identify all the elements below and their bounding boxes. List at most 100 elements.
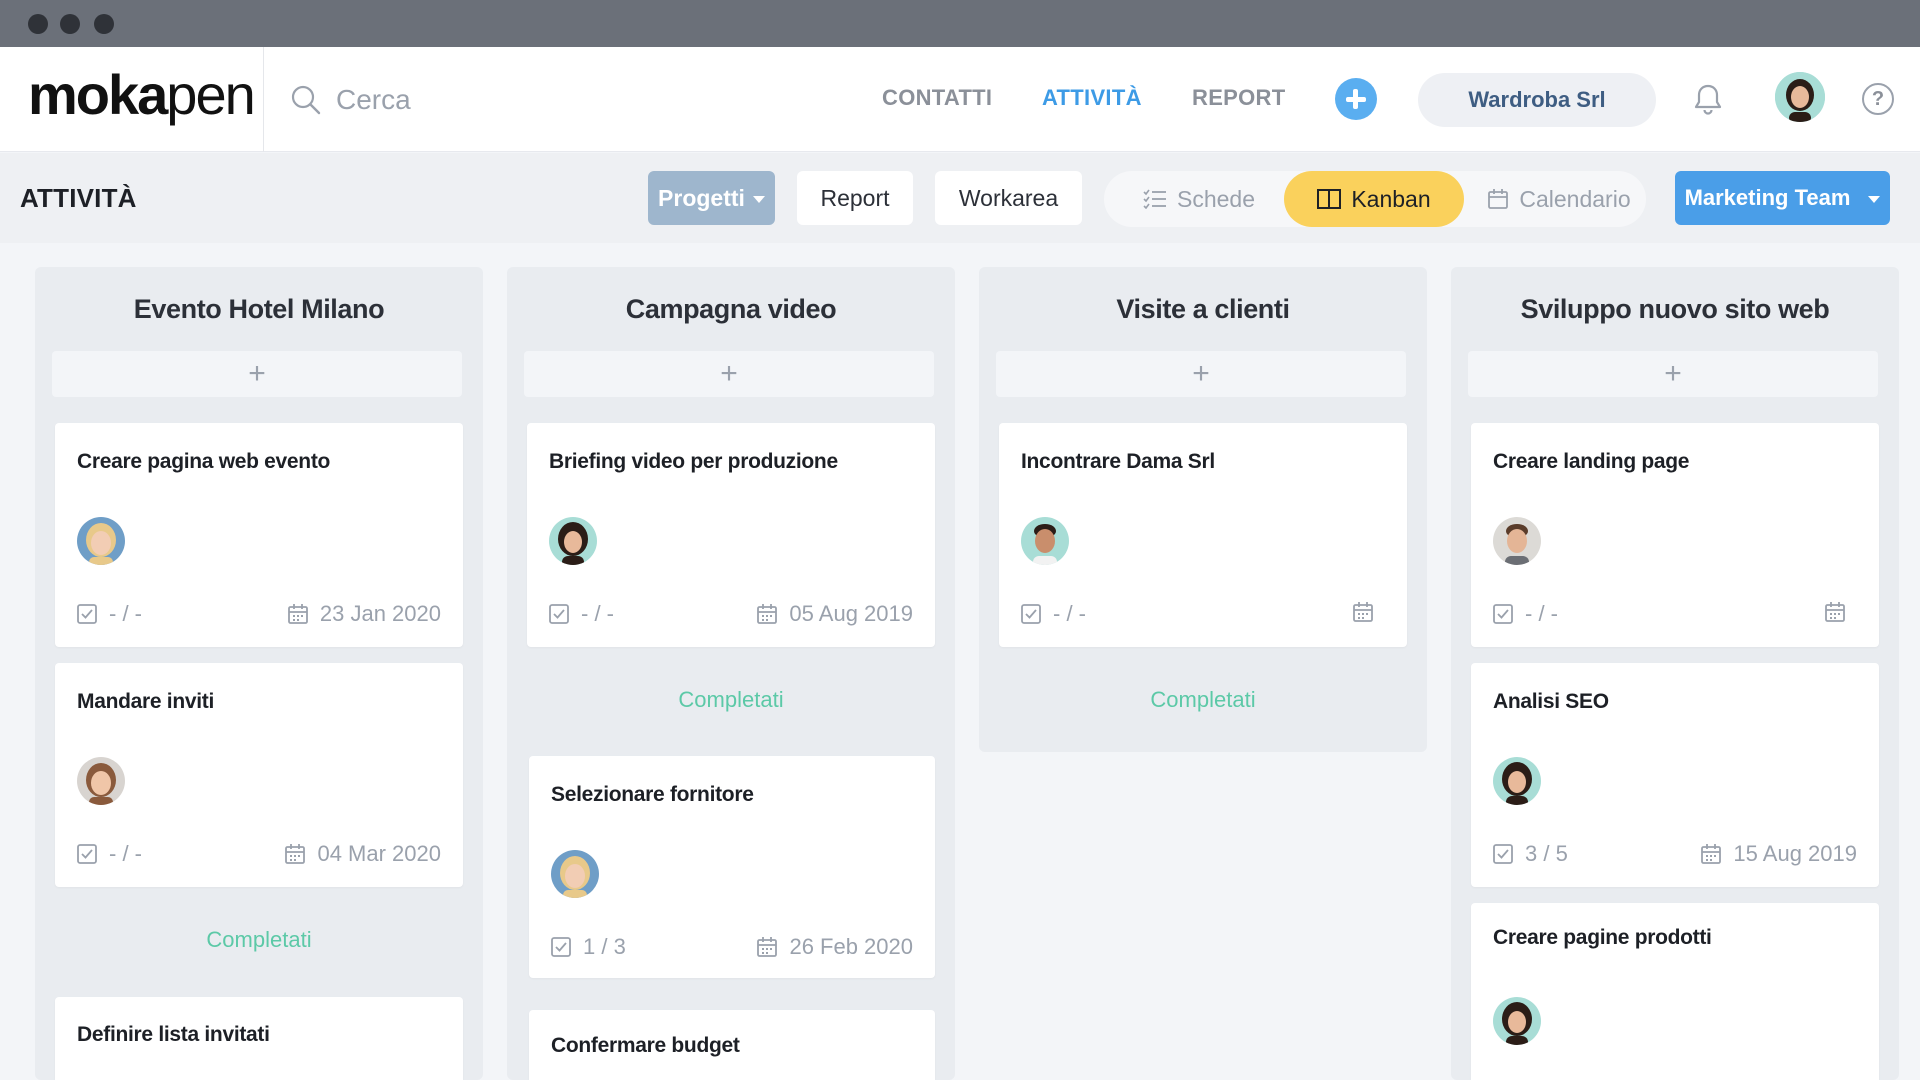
logo-light: pen [166,63,255,126]
checklist-progress: - / - [77,601,142,627]
checklist-count: 1 / 3 [583,934,626,959]
due-date-text: 05 Aug 2019 [789,601,913,626]
due-date [1825,601,1857,623]
checkbox-icon [1493,604,1513,624]
completed-link[interactable]: Completati [35,927,483,953]
assignee-avatar[interactable] [1493,517,1541,565]
completed-link[interactable]: Completati [507,687,955,713]
due-date-text: 15 Aug 2019 [1733,841,1857,866]
view-calendar-label: Calendario [1519,185,1631,212]
checklist-count: - / - [1525,601,1558,626]
view-cards-button[interactable]: Schede [1124,171,1274,227]
workarea-button[interactable]: Workarea [935,171,1082,225]
team-label: Marketing Team [1684,185,1851,210]
completed-link[interactable]: Completati [979,687,1427,713]
search-icon [291,85,321,115]
task-card[interactable]: Confermare budget [529,1010,935,1080]
checkbox-icon [549,604,569,624]
checkbox-icon [551,937,571,957]
assignee-avatar[interactable] [77,757,125,805]
card-title: Briefing video per produzione [549,450,838,473]
company-selector[interactable]: Wardroba Srl [1418,73,1656,127]
task-card[interactable]: Mandare inviti - / - 04 Mar 2020 [55,663,463,887]
assignee-avatar[interactable] [77,517,125,565]
assignee-avatar[interactable] [1021,517,1069,565]
column-title: Sviluppo nuovo sito web [1520,294,1830,324]
add-card-button[interactable]: + [52,351,462,397]
card-title: Incontrare Dama Srl [1021,450,1215,473]
due-date: 26 Feb 2020 [757,934,913,960]
checkbox-icon [77,604,97,624]
task-card[interactable]: Incontrare Dama Srl - / - [999,423,1407,647]
bell-icon[interactable] [1692,83,1724,122]
due-date: 23 Jan 2020 [287,601,441,627]
view-kanban-label: Kanban [1351,185,1431,212]
window-minimize-dot[interactable] [60,14,80,34]
checklist-progress: - / - [549,601,614,627]
view-calendar-button[interactable]: Calendario [1479,171,1639,227]
checklist-count: 3 / 5 [1525,841,1568,866]
task-card[interactable]: Briefing video per produzione - / - 05 A… [527,423,935,647]
card-title: Definire lista invitati [77,1023,270,1046]
nav-reports[interactable]: REPORT [1192,85,1285,111]
task-card[interactable]: Creare landing page - / - [1471,423,1879,647]
help-icon[interactable]: ? [1862,83,1894,115]
card-title: Creare landing page [1493,450,1690,473]
search-placeholder: Cerca [336,84,411,115]
card-title: Selezionare fornitore [551,783,754,806]
checkbox-icon [1493,844,1513,864]
add-card-button[interactable]: + [1468,351,1878,397]
task-card[interactable]: Creare pagine prodotti [1471,903,1879,1080]
assignee-avatar[interactable] [1493,757,1541,805]
divider [263,47,264,152]
assignee-avatar[interactable] [551,850,599,898]
logo[interactable]: mokapen [28,67,256,123]
column-title: Evento Hotel Milano [133,294,385,324]
card-title: Analisi SEO [1493,690,1609,713]
user-avatar[interactable] [1775,72,1825,122]
task-card[interactable]: Definire lista invitati [55,997,463,1080]
card-title: Creare pagine prodotti [1493,926,1712,949]
view-cards-label: Schede [1176,185,1255,212]
checklist-progress: 1 / 3 [551,934,626,960]
kanban-column: Sviluppo nuovo sito web + Creare landing… [1451,267,1899,1080]
task-card[interactable]: Selezionare fornitore 1 / 3 26 Feb 2020 [529,756,935,978]
due-date: 05 Aug 2019 [757,601,913,627]
view-switcher: Schede Kanban Calendario [1104,171,1646,227]
kanban-column: Evento Hotel Milano + Creare pagina web … [35,267,483,1080]
view-kanban-button[interactable]: Kanban [1284,171,1464,227]
checklist-count: - / - [581,601,614,626]
calendar-icon [1353,602,1373,622]
calendar-icon [757,604,778,624]
card-title: Creare pagina web evento [77,450,331,473]
search-input[interactable]: Cerca [290,80,411,120]
task-card[interactable]: Creare pagina web evento - / - 23 Jan 20… [55,423,463,647]
card-title: Confermare budget [551,1034,740,1057]
calendar-icon [757,937,778,957]
nav-contacts[interactable]: CONTATTI [882,85,992,111]
calendar-icon [1488,189,1509,209]
window-maximize-dot[interactable] [94,14,114,34]
projects-dropdown[interactable]: Progetti [648,171,775,225]
projects-label: Progetti [658,184,745,211]
calendar-icon [287,604,308,624]
add-card-button[interactable]: + [524,351,934,397]
task-card[interactable]: Analisi SEO 3 / 5 15 Aug 2019 [1471,663,1879,887]
caret-down-icon [1868,195,1881,203]
due-date-text: 04 Mar 2020 [317,841,441,866]
activities-toolbar: ATTIVITÀ Progetti Report Workarea Schede… [0,153,1920,243]
assignee-avatar[interactable] [1493,997,1541,1045]
checklist-progress: - / - [1021,601,1086,627]
checklist-progress: - / - [77,841,142,867]
nav-activities[interactable]: ATTIVITÀ [1042,85,1142,111]
assignee-avatar[interactable] [549,517,597,565]
calendar-icon [1825,602,1845,622]
window-close-dot[interactable] [28,14,48,34]
checkbox-icon [1021,604,1041,624]
add-card-button[interactable]: + [996,351,1406,397]
add-new-button[interactable] [1335,78,1377,120]
team-dropdown[interactable]: Marketing Team [1675,171,1890,225]
report-button[interactable]: Report [797,171,913,225]
column-title: Campagna video [625,294,837,324]
due-date: 15 Aug 2019 [1701,841,1857,867]
